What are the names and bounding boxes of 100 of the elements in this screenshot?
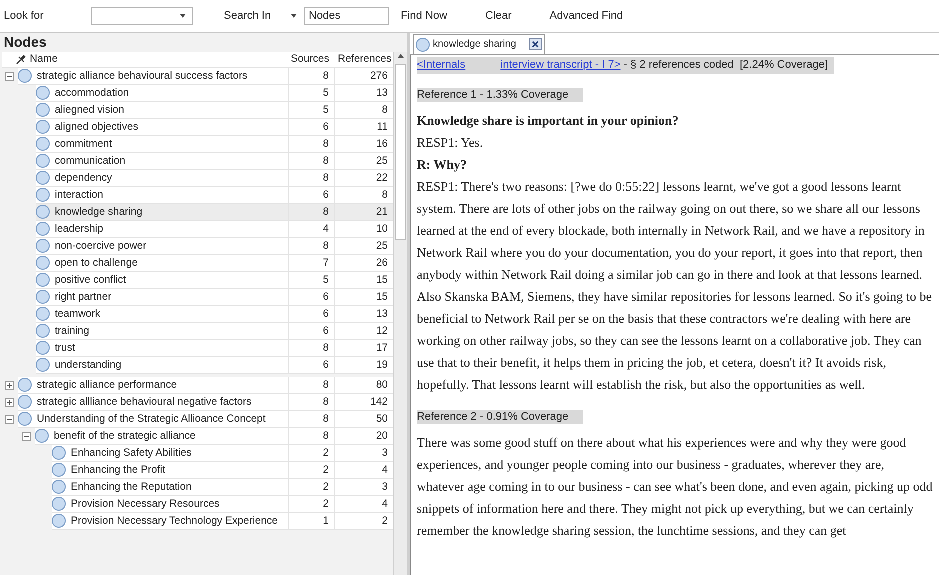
tree-row[interactable]: strategic alliance behavioural success factors 8 276 [18,68,393,85]
tree-row[interactable]: commitment 8 16 [36,136,393,153]
node-icon [36,239,50,253]
references-cell-text: 17 [375,341,389,356]
tree-row[interactable]: Enhancing the Profit 2 4 [52,462,393,479]
look-for-label: Look for [4,8,45,24]
references-cell-text: 3 [381,446,389,461]
tree-row[interactable]: aligned objectives 6 11 [36,119,393,136]
references-cell-text: 4 [381,463,389,478]
sources-cell: 5 [289,272,335,288]
caret-icon [291,14,297,18]
references-cell-text: 26 [375,256,389,271]
references-cell-text: 142 [369,395,389,410]
node-icon [36,120,50,134]
tree-row[interactable]: trust 8 17 [36,340,393,357]
tree-row[interactable]: knowledge sharing 8 21 [36,204,393,221]
sources-cell: 6 [289,119,335,135]
tree-row[interactable]: Understanding of the Strategic Allioance Concept 8 50 [18,411,393,428]
tree-row[interactable]: positive conflict 5 15 [36,272,393,289]
question-text: Knowledge share is important in your opinion? [417,112,680,130]
references-cell-text: 15 [375,273,389,288]
node-name: training [50,323,289,339]
references-cell-text: 2 [381,514,389,529]
tree-row[interactable]: teamwork 6 13 [36,306,393,323]
sources-cell: 6 [289,306,335,322]
node-icon [52,514,66,528]
node-icon [36,256,50,270]
node-icon [36,307,50,321]
node-icon [36,205,50,219]
expand-toggle[interactable] [5,381,14,390]
close-icon[interactable] [529,38,542,50]
sources-cell: 6 [289,357,335,373]
node-icon [36,171,50,185]
tree-row[interactable]: Enhancing Safety Abilities 2 3 [52,445,393,462]
sources-cell: 8 [289,340,335,356]
toolbar-button[interactable]: Advanced Find [550,8,624,24]
tree-row[interactable]: communication 8 25 [36,153,393,170]
tree-row[interactable]: dependency 8 22 [36,170,393,187]
references-cell-text: 13 [375,86,389,101]
node-icon [36,324,50,338]
node-icon [52,463,66,477]
transcript-paragraph: RESP1: There's two reasons: [?we do 0:55:22] lessons learnt, we've got a good lessons learnt system. There are lots of other jobs on the railway going on out there, so we share all our lessons learned at the end of every blockade, both internally in Network Rail, and we have a repository in Network Rail where you do your documentation, you do your report, it goes into that report, then anybody within Network Rail doing a similar job can go in there and look at that lessons learned. Also Skanska BAM, Siemens, they have similar repositories for lessons learned. So it's going to be beneficial to Network Rail per se on the basis that these contractors we're dealing with here are working on other railway jobs, so they can see the lessons learnt on a collaborative job. They can use that to their benefit, it helps them in pricing the job, et cetera, doesn't it? It avoids risk, hopefully. That lessons learnt will establish the risk, but also the opportunities as well. [417,178,933,394]
references-cell-text: 25 [375,239,389,254]
tree-row[interactable]: accommodation 5 13 [36,85,393,102]
tree-row[interactable]: Provision Necessary Technology Experience 1 2 [52,513,393,530]
source-link[interactable]: interview transcript - I 7> [500,57,621,74]
node-icon [36,154,50,168]
tree-row[interactable]: Provision Necessary Resources 2 4 [52,496,393,513]
node-name: commitment [50,136,289,152]
references-cell-text: 16 [375,137,389,152]
sources-cell: 8 [289,428,335,444]
tree-row[interactable]: Enhancing the Reputation 2 3 [52,479,393,496]
expand-toggle[interactable] [5,398,14,407]
tree-row[interactable]: understanding 6 19 [36,357,393,374]
toolbar-button[interactable]: Clear [485,8,512,24]
transcript-paragraph: There was some good stuff on there about what his experiences were and why they were good experiences, and younger people coming into our business - graduates, wherever they are, whatever age coming in to our business - can see what's been done, and even again, picking up odd snippets of information here and there. They might not pick up everything, but we can certainly remember the knowledge sharing session, the lunchtime sessions, and they can get [417,434,933,540]
document-tab[interactable]: knowledge sharing [413,34,546,54]
tree-row[interactable]: aliegned vision 5 8 [36,102,393,119]
column-header[interactable]: Name [30,52,289,68]
references-cell-text: 21 [375,205,389,220]
node-name: non-coercive power [50,238,289,254]
node-name: strategic allliance behavioural negative factors [32,394,289,410]
tree-row[interactable]: strategic alliance performance 8 80 [18,377,393,394]
node-name: open to challenge [50,255,289,271]
sources-cell: 8 [289,153,335,169]
node-icon [36,188,50,202]
sources-cell: 1 [289,513,335,529]
node-icon [52,480,66,494]
scrollbar[interactable] [393,52,407,575]
collapse-toggle[interactable] [5,72,14,81]
tree-row[interactable]: strategic allliance behavioural negative factors 8 142 [18,394,393,411]
tree-row[interactable]: open to challenge 7 26 [36,255,393,272]
node-name: strategic alliance performance [32,377,289,393]
search-in-field[interactable]: Nodes [304,7,389,25]
tree-row[interactable]: benefit of the strategic alliance 8 20 [35,428,393,445]
node-icon [52,446,66,460]
toolbar-button[interactable]: Find Now [401,8,448,24]
sources-cell: 8 [289,377,335,393]
tree-row[interactable]: right partner 6 15 [36,289,393,306]
tree-row[interactable]: non-coercive power 8 25 [36,238,393,255]
sources-cell: 6 [289,323,335,339]
node-icon [36,222,50,236]
collapse-toggle[interactable] [5,415,14,424]
source-link[interactable]: <Internals [417,57,501,74]
sources-cell: 6 [289,187,335,203]
column-header[interactable]: References [335,52,393,68]
references-cell-text: 4 [381,497,389,512]
node-icon [36,103,50,117]
references-cell-text: 25 [375,154,389,169]
question-text: R: Why? [417,156,468,174]
references-cell-text: 15 [375,290,389,305]
tree-row[interactable]: leadership 4 10 [36,221,393,238]
tree-row[interactable]: training 6 12 [36,323,393,340]
collapse-toggle[interactable] [22,432,31,441]
references-cell-text: 19 [375,358,389,373]
sources-cell: 4 [289,221,335,237]
references-cell-text: 50 [375,412,389,427]
column-header[interactable]: Sources [289,52,335,68]
node-name: Enhancing the Reputation [66,479,289,495]
tree-row[interactable]: interaction 6 8 [36,187,393,204]
